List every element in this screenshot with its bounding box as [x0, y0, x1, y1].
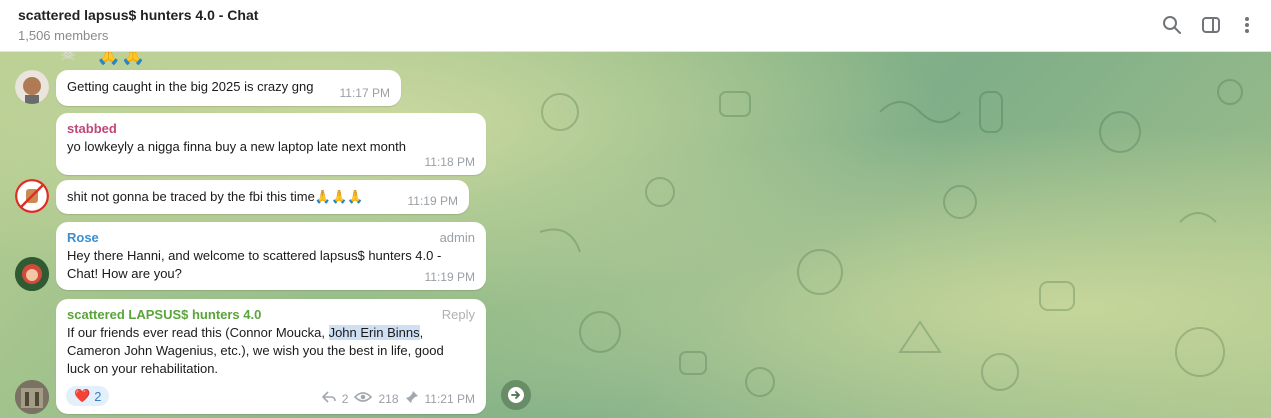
chat-area: 🙏🙏 ☠ Getting caught in the big 2025 is c…: [0, 52, 1271, 418]
avatar[interactable]: [15, 70, 49, 104]
message-time: 11:18 PM: [424, 155, 475, 169]
sender-name[interactable]: stabbed: [67, 121, 475, 136]
chat-title[interactable]: scattered lapsus$ hunters 4.0 - Chat: [18, 7, 258, 23]
search-icon[interactable]: [1161, 14, 1183, 36]
message-text: If our friends ever read this (Connor Mo…: [67, 324, 467, 378]
message-text: shit not gonna be traced by the fbi this…: [67, 189, 364, 204]
reply-arrow-icon: [321, 391, 336, 406]
reaction-count: 2: [94, 388, 102, 404]
text-before: If our friends ever read this (Connor Mo…: [67, 325, 329, 340]
message-time: 11:19 PM: [424, 270, 475, 284]
message-bubble[interactable]: scattered LAPSUS$ hunters 4.0 Reply If o…: [56, 299, 486, 414]
message-time: 11:21 PM: [424, 391, 475, 406]
view-count: 218: [378, 391, 399, 406]
reply-label[interactable]: Reply: [442, 307, 475, 322]
cropped-reaction-emoji: 🙏🙏: [96, 52, 146, 66]
avatar[interactable]: [15, 179, 49, 213]
sender-name[interactable]: Rose: [67, 230, 99, 245]
post-meta: 2 218 11:21 PM: [321, 390, 475, 407]
member-count: 1,506 members: [18, 28, 109, 43]
skull-icon: ☠: [60, 52, 77, 64]
highlighted-text: John Erin Binns: [328, 325, 420, 340]
heart-icon: ❤️: [74, 388, 91, 403]
reaction-chip[interactable]: ❤️ 2: [66, 386, 110, 406]
sidebar-toggle-icon[interactable]: [1200, 14, 1222, 36]
admin-badge: admin: [439, 230, 475, 245]
avatar[interactable]: [15, 257, 49, 291]
message-time: 11:19 PM: [407, 194, 458, 208]
message-bubble[interactable]: shit not gonna be traced by the fbi this…: [56, 180, 469, 214]
message-bubble[interactable]: Rose admin Hey there Hanni, and welcome …: [56, 222, 486, 290]
sender-name[interactable]: scattered LAPSUS$ hunters 4.0: [67, 307, 261, 322]
more-vertical-icon[interactable]: [1236, 14, 1258, 36]
message-bubble[interactable]: Getting caught in the big 2025 is crazy …: [56, 70, 401, 106]
eye-icon: [354, 391, 373, 406]
avatar[interactable]: [15, 380, 49, 414]
chat-header: scattered lapsus$ hunters 4.0 - Chat 1,5…: [0, 0, 1271, 52]
forward-button[interactable]: [501, 380, 531, 410]
forward-arrow-icon: [508, 387, 524, 403]
reply-count: 2: [341, 391, 349, 406]
message-text: Hey there Hanni, and welcome to scattere…: [67, 248, 442, 281]
pin-icon: [405, 390, 419, 407]
message-bubble[interactable]: stabbed yo lowkeyly a nigga finna buy a …: [56, 113, 486, 175]
message-time: 11:17 PM: [339, 86, 390, 100]
message-text: yo lowkeyly a nigga finna buy a new lapt…: [67, 139, 406, 154]
